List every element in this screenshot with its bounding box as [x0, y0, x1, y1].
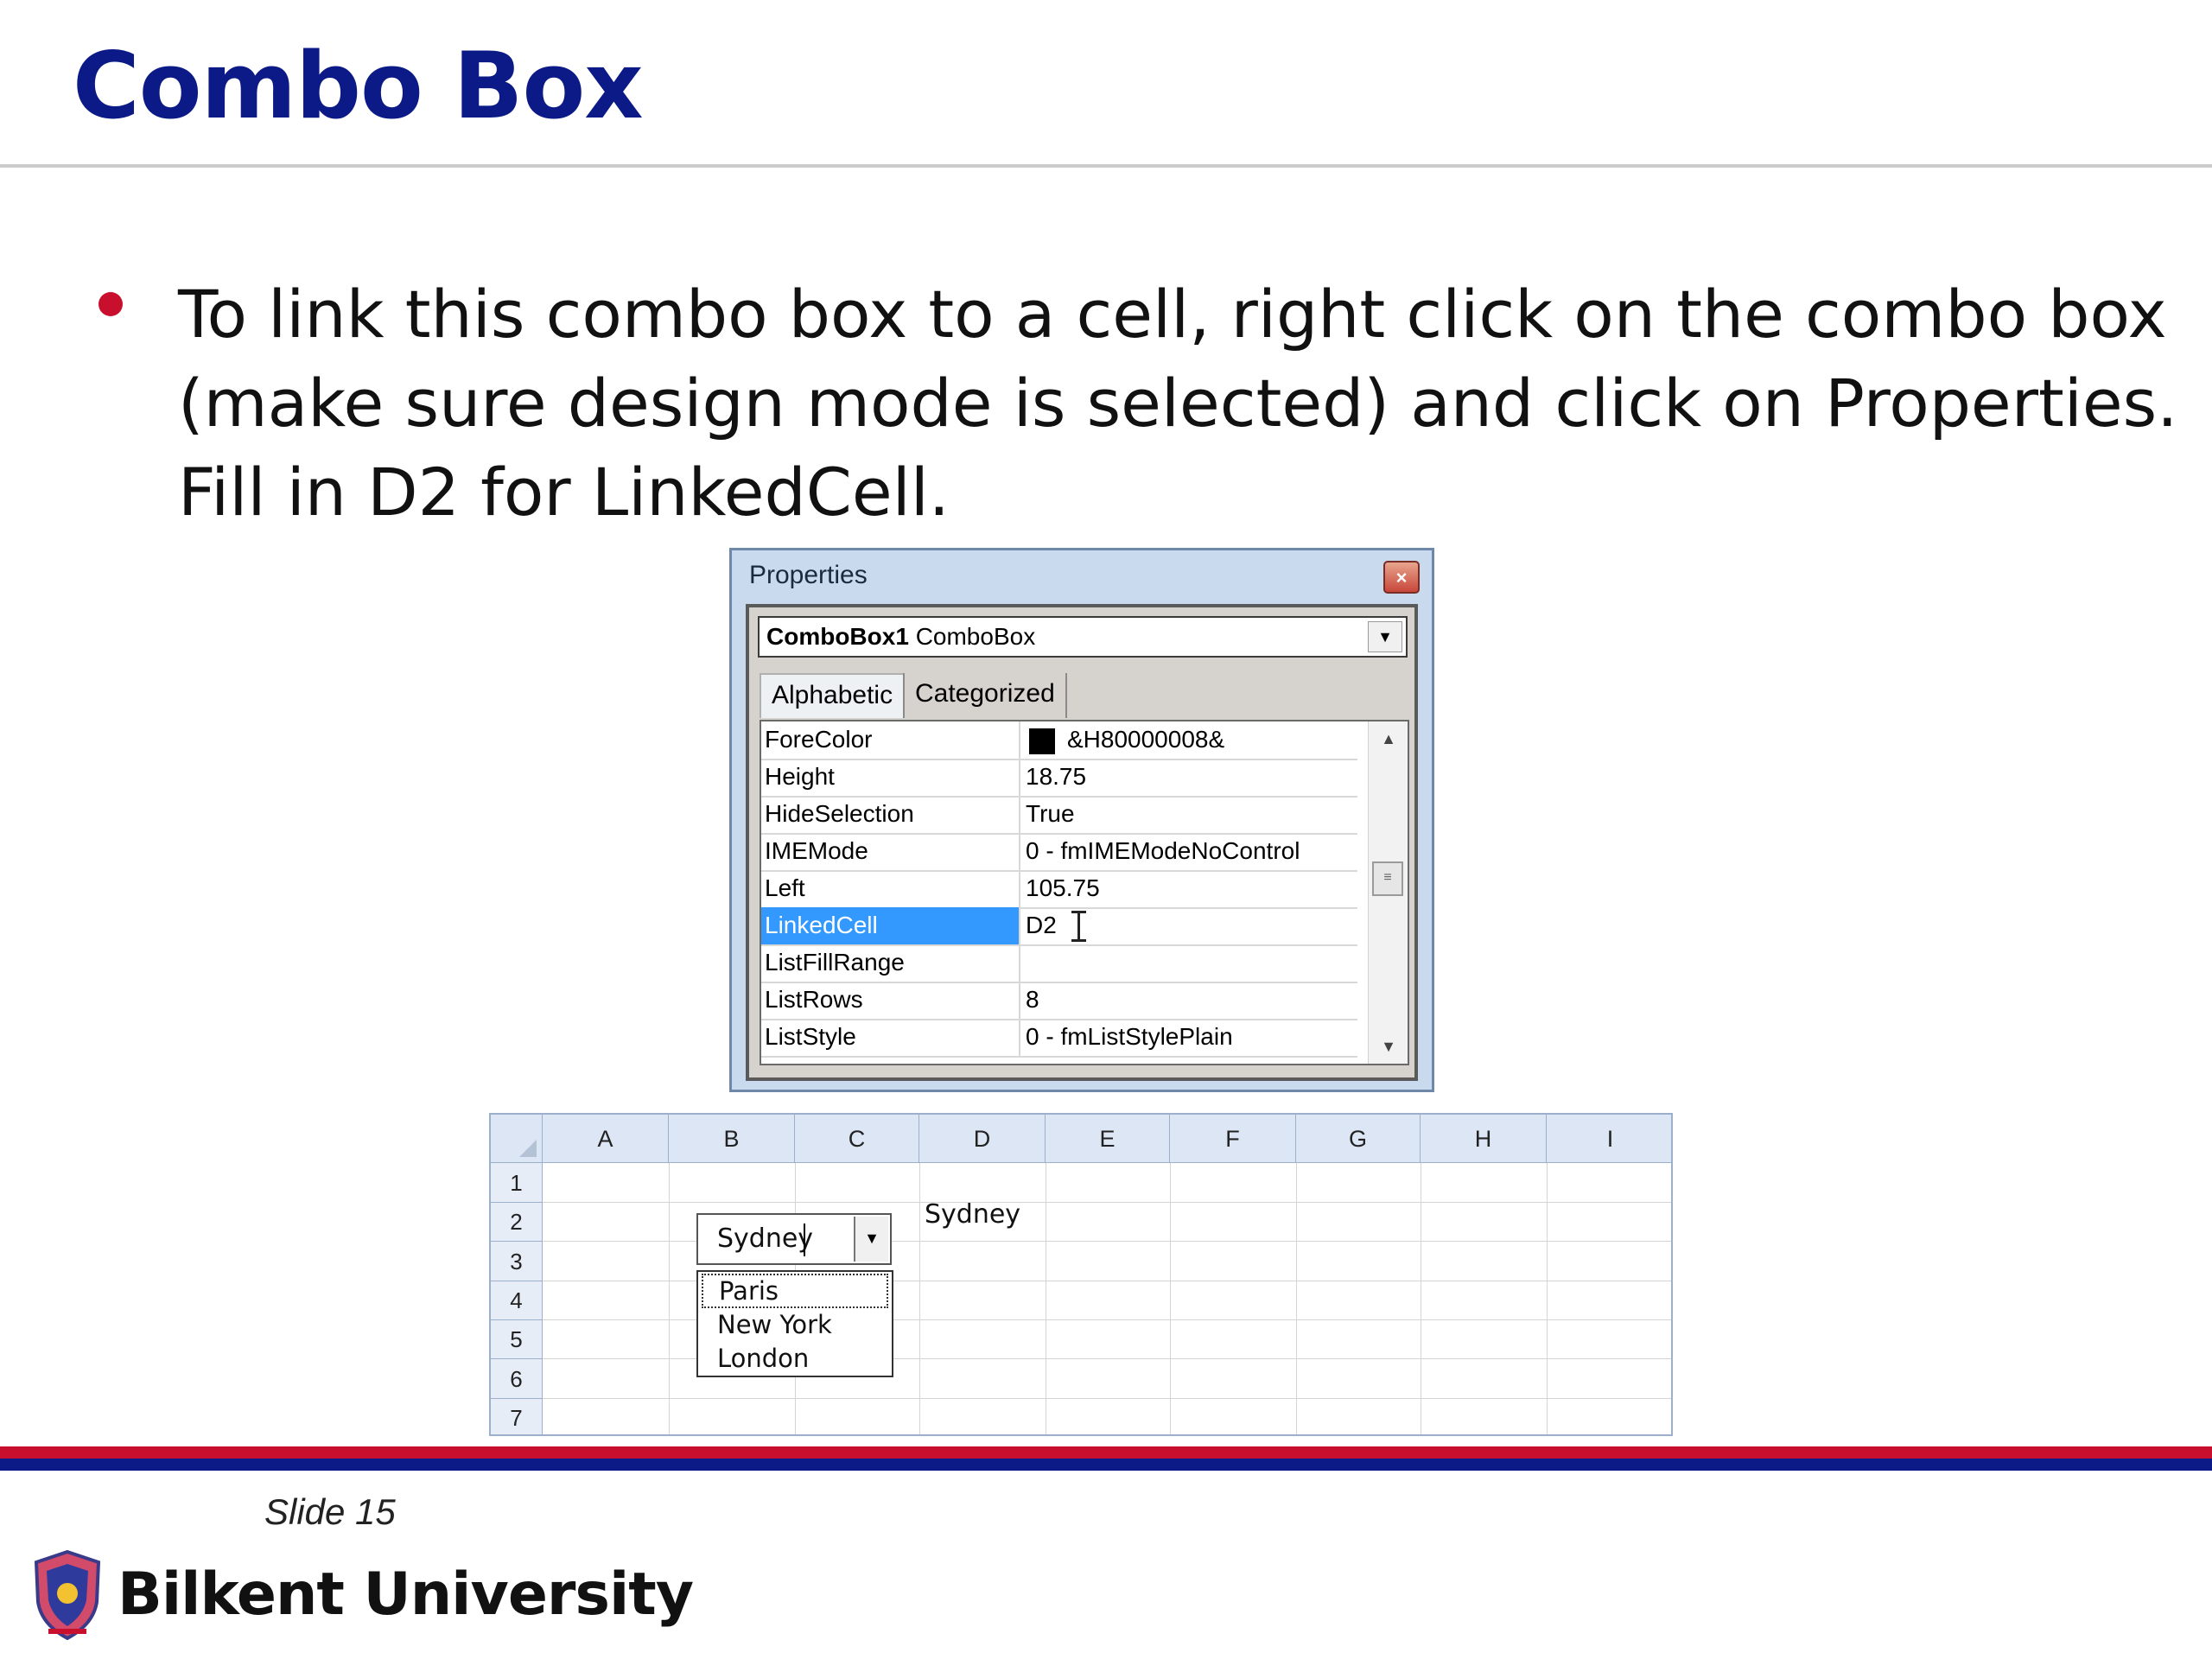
list-item-new-york[interactable]: New York: [702, 1307, 888, 1342]
gridline: [1547, 1163, 1548, 1434]
column-header-a[interactable]: A: [543, 1115, 669, 1163]
property-value[interactable]: 18.75: [1022, 759, 1356, 796]
gridline: [543, 1202, 1671, 1203]
property-name: Height: [761, 759, 1020, 796]
property-value-text: D2: [1026, 912, 1057, 938]
title-divider: [0, 164, 2212, 168]
property-name: ForeColor: [761, 721, 1020, 759]
row-header-6[interactable]: 6: [491, 1359, 543, 1399]
text-caret: [804, 1224, 805, 1256]
column-header-d[interactable]: D: [919, 1115, 1046, 1163]
property-row-left[interactable]: Left 105.75: [761, 870, 1357, 909]
bullet-text: To link this combo box to a cell, right …: [178, 270, 2178, 537]
property-value[interactable]: 0 - fmIMEModeNoControl: [1022, 833, 1356, 870]
property-name: Left: [761, 870, 1020, 907]
bullet-line-3: Fill in D2 for LinkedCell.: [178, 454, 950, 531]
cell-d2[interactable]: Sydney: [925, 1199, 1020, 1230]
property-row-listfillrange[interactable]: ListFillRange: [761, 944, 1357, 983]
column-header-g[interactable]: G: [1296, 1115, 1421, 1163]
combo-box-dropdown-list: Paris New York London: [696, 1270, 893, 1377]
row-header-7[interactable]: 7: [491, 1399, 543, 1434]
vertical-scrollbar[interactable]: ▲ ≡ ▼: [1368, 721, 1408, 1064]
property-row-listrows[interactable]: ListRows 8: [761, 982, 1357, 1020]
property-row-imemode[interactable]: IMEMode 0 - fmIMEModeNoControl: [761, 833, 1357, 872]
property-name: HideSelection: [761, 796, 1020, 833]
combo-box[interactable]: Sydney ▼: [696, 1213, 892, 1265]
chevron-down-icon[interactable]: ▼: [854, 1217, 888, 1262]
gridline: [1296, 1163, 1297, 1434]
bullet-line-1: To link this combo box to a cell, right …: [178, 276, 2167, 353]
footer-stripe-red: [0, 1446, 2212, 1459]
row-header-4[interactable]: 4: [491, 1281, 543, 1320]
scroll-thumb[interactable]: ≡: [1372, 861, 1403, 896]
properties-window-title: Properties: [749, 561, 868, 589]
property-value[interactable]: 105.75: [1022, 870, 1356, 907]
properties-window: Properties × ComboBox1 ComboBox ▼ Alphab…: [729, 548, 1434, 1092]
list-item-paris[interactable]: Paris: [702, 1274, 888, 1308]
property-row-height[interactable]: Height 18.75: [761, 759, 1357, 798]
property-value[interactable]: 8: [1022, 982, 1356, 1019]
select-all-icon: [519, 1140, 537, 1157]
row-header-5[interactable]: 5: [491, 1320, 543, 1359]
bullet-dot: [99, 292, 123, 316]
slide-title: Combo Box: [73, 33, 644, 139]
row-header-2[interactable]: 2: [491, 1203, 543, 1242]
object-type: ComboBox: [915, 623, 1036, 650]
linkedcell-value-input[interactable]: D2: [1022, 907, 1356, 944]
object-name: ComboBox1: [766, 623, 909, 650]
scroll-up-icon[interactable]: ▲: [1369, 721, 1408, 756]
property-row-liststyle[interactable]: ListStyle 0 - fmListStylePlain: [761, 1019, 1357, 1058]
select-all-corner[interactable]: [491, 1115, 543, 1163]
properties-panel: ComboBox1 ComboBox ▼ Alphabetic Categori…: [746, 604, 1418, 1081]
close-icon[interactable]: ×: [1383, 561, 1420, 594]
object-select[interactable]: ComboBox1 ComboBox ▼: [758, 616, 1408, 658]
property-name: IMEMode: [761, 833, 1020, 870]
property-grid: ForeColor &H80000008& Height 18.75 HideS…: [760, 720, 1409, 1065]
row-header-3[interactable]: 3: [491, 1242, 543, 1281]
text-cursor-icon: [1071, 911, 1086, 942]
property-value[interactable]: &H80000008&: [1022, 721, 1356, 759]
property-row-linkedcell[interactable]: LinkedCell D2: [761, 907, 1357, 946]
property-name: ListFillRange: [761, 944, 1020, 982]
chevron-down-icon[interactable]: ▼: [1368, 621, 1402, 652]
property-value-text: &H80000008&: [1067, 726, 1225, 753]
property-value[interactable]: True: [1022, 796, 1356, 833]
property-name: ListStyle: [761, 1019, 1020, 1056]
property-value[interactable]: 0 - fmListStylePlain: [1022, 1019, 1356, 1056]
tab-categorized[interactable]: Categorized: [903, 673, 1067, 718]
gridline: [543, 1398, 1671, 1399]
scroll-down-icon[interactable]: ▼: [1369, 1029, 1408, 1064]
row-header-1[interactable]: 1: [491, 1163, 543, 1203]
footer-stripe-blue: [0, 1459, 2212, 1471]
list-item-london[interactable]: London: [702, 1341, 888, 1376]
color-swatch-icon: [1029, 728, 1055, 754]
column-header-e[interactable]: E: [1046, 1115, 1170, 1163]
column-header-f[interactable]: F: [1170, 1115, 1296, 1163]
column-header-b[interactable]: B: [669, 1115, 795, 1163]
spreadsheet: A B C D E F G H I 1 2 3 4 5 6 7 Sydney S…: [489, 1113, 1673, 1436]
combo-box-value: Sydney: [717, 1224, 814, 1254]
property-name: LinkedCell: [761, 907, 1020, 944]
university-name: Bilkent University: [118, 1560, 694, 1629]
slide-number: Slide 15: [264, 1491, 396, 1532]
property-row-forecolor[interactable]: ForeColor &H80000008&: [761, 721, 1357, 760]
bullet-line-2: (make sure design mode is selected) and …: [178, 365, 2178, 442]
gridline: [919, 1163, 920, 1434]
gridline: [669, 1163, 670, 1434]
column-header-i[interactable]: I: [1547, 1115, 1671, 1163]
column-header-h[interactable]: H: [1421, 1115, 1547, 1163]
property-row-hideselection[interactable]: HideSelection True: [761, 796, 1357, 835]
column-header-c[interactable]: C: [795, 1115, 919, 1163]
tab-alphabetic[interactable]: Alphabetic: [760, 673, 906, 718]
property-value[interactable]: [1022, 944, 1356, 982]
gridline: [1170, 1163, 1171, 1434]
university-crest-icon: [34, 1549, 101, 1641]
property-name: ListRows: [761, 982, 1020, 1019]
